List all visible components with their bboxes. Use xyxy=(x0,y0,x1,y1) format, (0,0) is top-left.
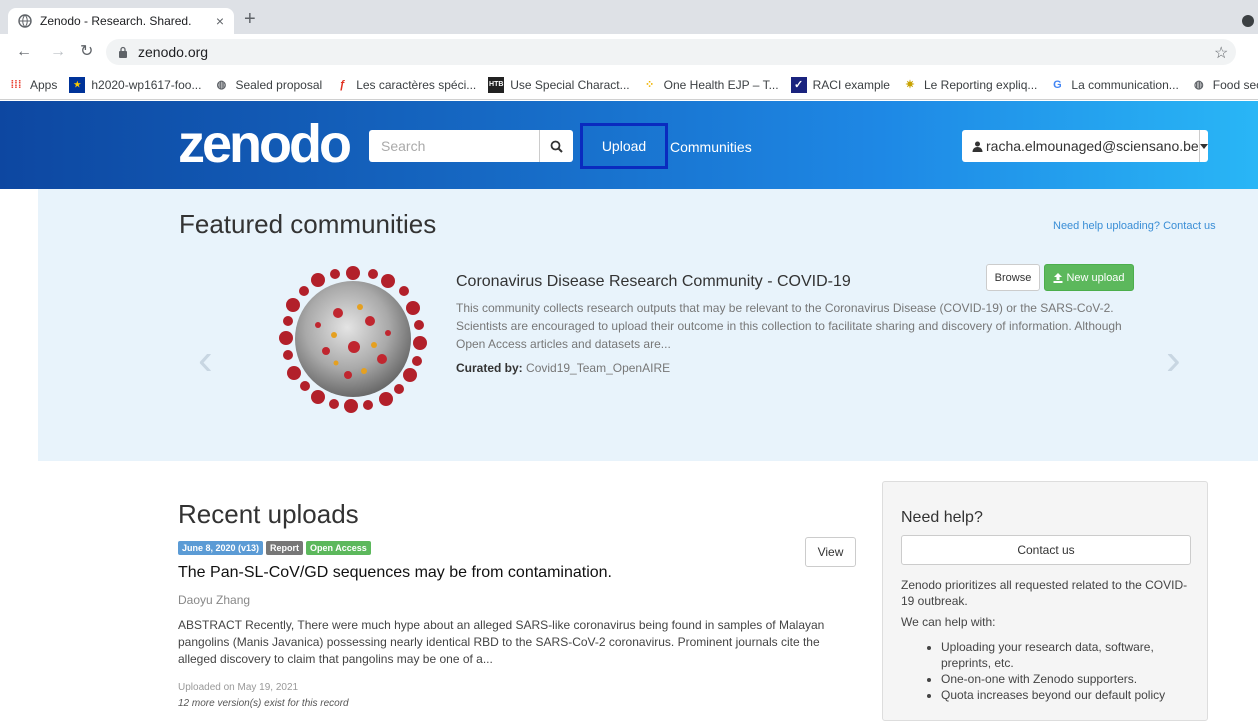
browse-label: Browse xyxy=(994,271,1032,284)
user-email: racha.elmounaged@sciensano.be xyxy=(986,138,1199,154)
browser-tab[interactable]: Zenodo - Research. Shared. × xyxy=(8,8,234,34)
new-upload-button[interactable]: New upload xyxy=(1044,264,1134,291)
zenodo-logo[interactable]: zenodo xyxy=(178,115,352,173)
google-icon: G xyxy=(1053,78,1062,91)
list-item: One-on-one with Zenodo supporters. xyxy=(941,671,1189,687)
bookmark-label: Food security and E... xyxy=(1212,77,1258,92)
record-title[interactable]: The Pan-SL-CoV/GD sequences may be from … xyxy=(178,564,612,582)
bookmark-apps[interactable]: ⁞⁞⁞ Apps xyxy=(8,77,58,93)
contact-label: Contact us xyxy=(1017,543,1075,557)
browser-profile-icon[interactable] xyxy=(1242,15,1254,27)
record-upload-date: Uploaded on May 19, 2021 xyxy=(178,682,299,693)
help-uploading-link[interactable]: Need help uploading? Contact us xyxy=(1053,220,1216,232)
eu-flag-icon: ★ xyxy=(69,76,86,93)
star-burst-icon: ✷ xyxy=(905,79,915,91)
community-description: This community collects research outputs… xyxy=(456,301,1122,351)
address-bar: ← → ↻ zenodo.org ☆ xyxy=(0,34,1258,70)
user-menu[interactable]: racha.elmounaged@sciensano.be xyxy=(962,130,1208,162)
bookmark-label: Les caractères spéci... xyxy=(356,77,477,92)
url-omnibox[interactable]: zenodo.org xyxy=(106,39,1236,65)
bookmark-label: Use Special Charact... xyxy=(510,77,630,92)
bookmark-item[interactable]: ƒ Les caractères spéci... xyxy=(334,77,476,93)
search-icon xyxy=(550,140,563,153)
featured-title: Featured communities xyxy=(179,209,437,239)
curator-name: Covid19_Team_OpenAIRE xyxy=(526,361,671,375)
bookmark-item[interactable]: ✷ Le Reporting expliq... xyxy=(902,77,1037,93)
browse-button[interactable]: Browse xyxy=(986,264,1040,291)
lock-icon xyxy=(119,46,127,58)
site-header: zenodo Upload Communities racha.elmounag… xyxy=(0,101,1258,189)
spinner-icon: ⁘ xyxy=(645,79,655,91)
view-button[interactable]: View xyxy=(805,537,856,567)
need-help-panel: Need help? Contact us Zenodo prioritizes… xyxy=(882,481,1208,721)
record-abstract: ABSTRACT Recently, There were much hype … xyxy=(178,618,825,666)
record-author: Daoyu Zhang xyxy=(178,593,251,607)
bookmarks-bar: ⁞⁞⁞ Apps ★ h2020-wp1617-foo... ◍ Sealed pro… xyxy=(0,70,1258,100)
community-title[interactable]: Coronavirus Disease Research Community -… xyxy=(456,273,851,291)
bookmark-label: One Health EJP – T... xyxy=(663,77,779,92)
globe-icon: ◍ xyxy=(216,79,227,91)
bookmark-item[interactable]: ✓ RACI example xyxy=(790,76,890,93)
globe-icon: ◍ xyxy=(1193,79,1204,91)
record-badges: June 8, 2020 (v13) Report Open Access xyxy=(178,541,371,555)
access-badge: Open Access xyxy=(306,541,371,555)
type-badge: Report xyxy=(266,541,304,555)
list-item: Uploading your research data, software, … xyxy=(941,639,1189,671)
globe-icon xyxy=(18,14,32,28)
bookmark-item[interactable]: G La communication... xyxy=(1049,77,1179,93)
help-list: Uploading your research data, software, … xyxy=(919,639,1189,703)
bookmark-item[interactable]: HTB Use Special Charact... xyxy=(488,76,630,93)
bookmark-label: Sealed proposal xyxy=(235,77,323,92)
back-arrow-icon[interactable]: ← xyxy=(16,43,32,61)
search-button[interactable] xyxy=(539,130,573,162)
apps-grid-icon: ⁞⁞⁞ xyxy=(10,78,22,91)
bookmark-item[interactable]: ◍ Food security and E... xyxy=(1191,77,1258,93)
contact-us-button[interactable]: Contact us xyxy=(901,535,1191,565)
view-label: View xyxy=(817,545,844,559)
record-versions-note[interactable]: 12 more version(s) exist for this record xyxy=(178,698,349,709)
bookmark-item[interactable]: ◍ Sealed proposal xyxy=(213,77,323,93)
new-tab-button[interactable]: + xyxy=(244,9,256,29)
forward-arrow-icon[interactable]: → xyxy=(50,43,66,61)
date-version-badge: June 8, 2020 (v13) xyxy=(178,541,264,555)
url-text: zenodo.org xyxy=(138,44,209,60)
bookmark-label: La communication... xyxy=(1071,77,1179,92)
bookmark-star-icon[interactable]: ☆ xyxy=(1214,43,1228,63)
upload-label: Upload xyxy=(601,138,647,154)
checkbox-icon: ✓ xyxy=(790,76,807,93)
featured-communities-carousel: Featured communities Need help uploading… xyxy=(38,189,1258,461)
user-dropdown-caret[interactable] xyxy=(1199,143,1208,149)
browser-tab-bar: Zenodo - Research. Shared. × + xyxy=(0,0,1258,34)
tab-title: Zenodo - Research. Shared. xyxy=(40,14,192,28)
curated-label: Curated by: xyxy=(456,361,523,375)
caret-down-icon xyxy=(1199,143,1208,149)
bookmark-label: Apps xyxy=(30,77,58,92)
bookmark-label: Le Reporting expliq... xyxy=(923,77,1038,92)
recent-uploads-title: Recent uploads xyxy=(178,499,359,529)
upload-link[interactable]: Upload xyxy=(580,123,668,169)
carousel-next-icon[interactable]: › xyxy=(1166,335,1181,385)
bookmark-label: RACI example xyxy=(812,77,890,92)
help-can-label: We can help with: xyxy=(901,615,996,629)
bookmark-label: h2020-wp1617-foo... xyxy=(91,77,202,92)
close-tab-icon[interactable]: × xyxy=(216,13,224,29)
user-account-button[interactable]: racha.elmounaged@sciensano.be xyxy=(962,130,1200,162)
need-help-title: Need help? xyxy=(901,509,983,526)
flash-icon: ƒ xyxy=(339,78,346,91)
bookmark-item[interactable]: ⁘ One Health EJP – T... xyxy=(642,77,779,93)
bookmark-item[interactable]: ★ h2020-wp1617-foo... xyxy=(69,76,202,93)
upload-icon xyxy=(1053,272,1063,283)
htb-icon: HTB xyxy=(488,76,505,93)
coronavirus-image xyxy=(279,266,427,413)
communities-link[interactable]: Communities xyxy=(670,139,752,155)
search-input[interactable] xyxy=(369,130,539,162)
user-icon xyxy=(972,141,983,152)
reload-icon[interactable]: ↻ xyxy=(80,43,93,61)
help-description: Zenodo prioritizes all requested related… xyxy=(901,578,1188,608)
curated-by: Curated by: Covid19_Team_OpenAIRE xyxy=(456,361,670,375)
carousel-prev-icon[interactable]: ‹ xyxy=(198,335,213,385)
new-upload-label: New upload xyxy=(1066,271,1125,284)
list-item: Quota increases beyond our default polic… xyxy=(941,687,1189,703)
